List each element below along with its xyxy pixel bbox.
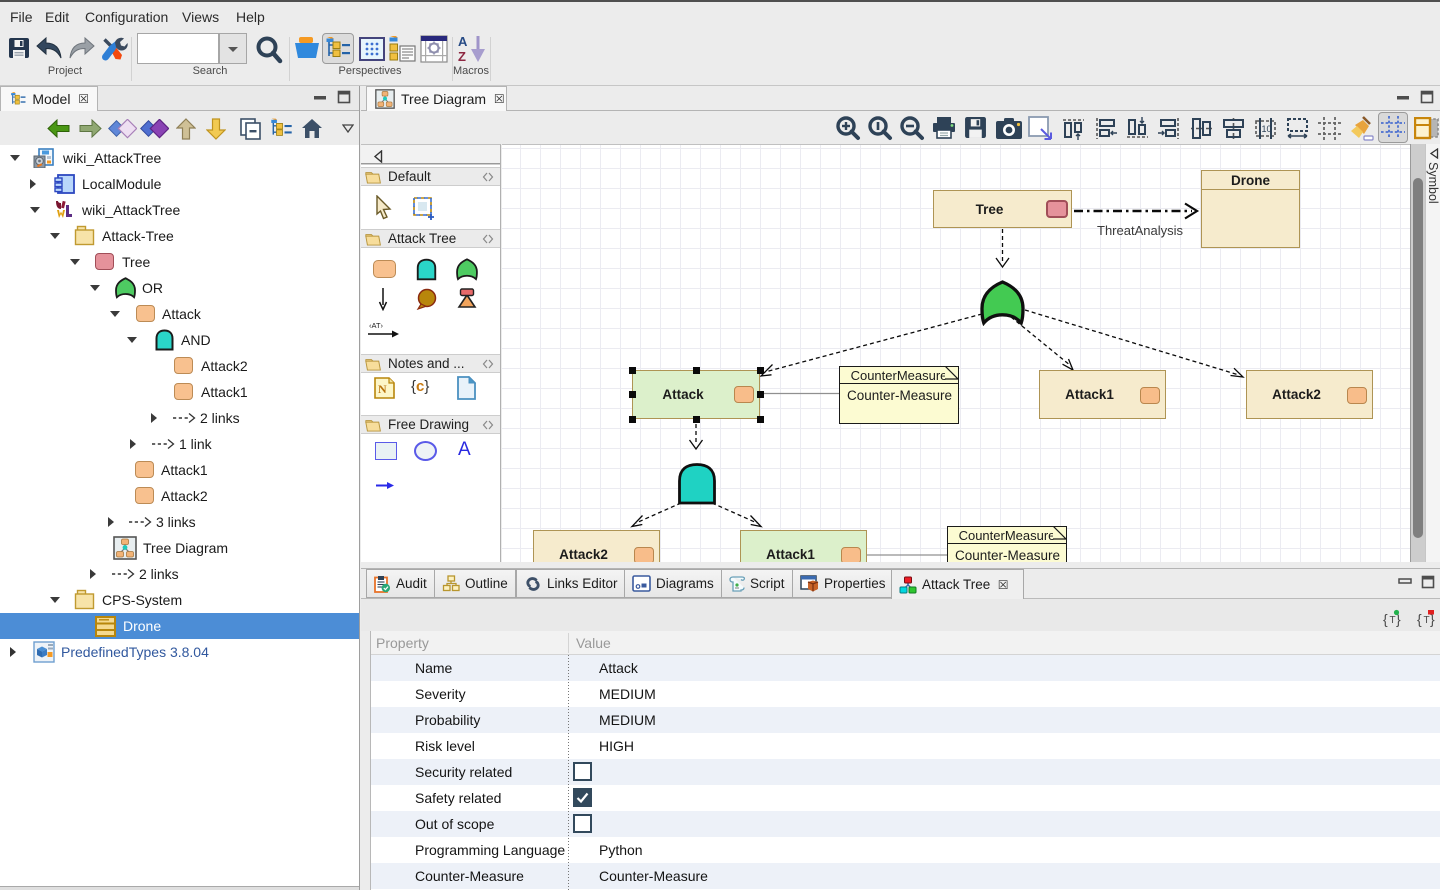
svg-text:T: T: [1424, 615, 1430, 626]
svg-text:A: A: [458, 34, 468, 49]
svg-text:10: 10: [1262, 124, 1272, 134]
svg-text:{: {: [1383, 611, 1388, 627]
svg-text:Z: Z: [458, 49, 466, 64]
svg-text:T: T: [1390, 615, 1396, 626]
svg-text:‹AT›: ‹AT›: [369, 321, 384, 330]
svg-text:{: {: [1417, 611, 1422, 627]
svg-text:N: N: [378, 382, 387, 396]
